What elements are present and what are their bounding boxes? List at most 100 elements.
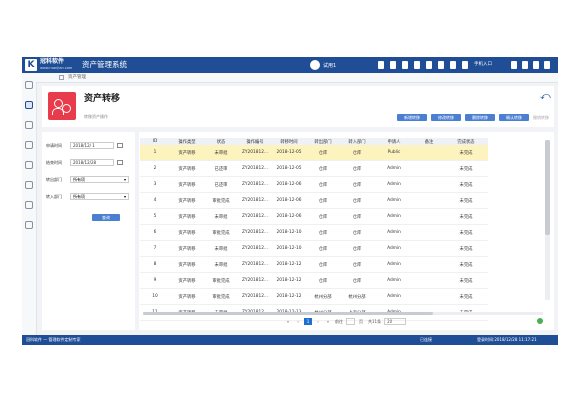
asset-nav-icon[interactable] <box>25 101 33 109</box>
table-cell <box>414 240 444 257</box>
vertical-scrollbar[interactable] <box>545 140 550 300</box>
gear-nav-icon[interactable] <box>25 221 33 229</box>
calendar-icon[interactable] <box>117 160 123 165</box>
home-icon[interactable] <box>402 61 408 69</box>
next-page-button[interactable]: › <box>314 318 322 325</box>
prev-page-button[interactable]: ‹ <box>294 318 302 325</box>
column-header[interactable]: 备注 <box>414 138 444 145</box>
brand-name: 冠科软件 <box>40 58 65 65</box>
horizontal-scrollbar[interactable] <box>143 312 543 315</box>
table-header-row: ID 操作类型 状态 操作编号 转移时间 转出部门 转入部门 申请人 备注 完成… <box>140 138 488 145</box>
table-row[interactable]: 3 资产转移 已还审 ZY201812... 2018-12-06 仓库 仓库 Admin 未完… <box>140 176 488 193</box>
column-header[interactable]: 完成状态 <box>444 138 488 145</box>
table-cell <box>414 256 444 273</box>
logo-icon: K <box>25 59 37 71</box>
apply-date-label: 申请时间 <box>46 143 62 148</box>
calendar-icon[interactable] <box>117 143 123 148</box>
query-button[interactable]: 查询 <box>92 214 120 221</box>
settings-icon[interactable] <box>414 61 420 69</box>
confirm-transfer-button[interactable]: 确认转移 <box>499 114 529 121</box>
end-date-input[interactable]: 2018/12/28 <box>70 159 114 166</box>
from-dept-select[interactable]: 所有项 ▾ <box>70 176 129 183</box>
column-header[interactable]: 状态 <box>204 138 238 145</box>
breadcrumb-item[interactable]: 资产管理 <box>68 74 86 81</box>
print-icon[interactable] <box>426 61 432 69</box>
back-arrow-icon[interactable]: ⤺ <box>540 92 551 102</box>
table-cell: 审批完成 <box>204 224 238 241</box>
table-row[interactable]: 10 资产转移 审批完成 ZY201812... 2018-12-12 杭州分部 杭州分部 A… <box>140 288 488 305</box>
column-header[interactable]: 转出部门 <box>306 138 340 145</box>
cart-nav-icon[interactable] <box>25 141 33 149</box>
calendar-icon[interactable] <box>450 61 456 69</box>
table-cell: 未完成 <box>444 256 488 273</box>
table-row[interactable]: 6 资产转移 审批完成 ZY201812... 2018-12-10 仓库 仓库 Admin 未… <box>140 224 488 241</box>
table-cell: 未完成 <box>444 208 488 225</box>
heart-icon[interactable] <box>511 61 517 69</box>
user-name: 试用1 <box>323 62 337 69</box>
tools-nav-icon[interactable] <box>25 161 33 169</box>
goto-page-input[interactable] <box>346 318 355 325</box>
table-row[interactable]: 1 资产转移 未审批 ZY201812... 2018-12-05 仓库 仓库 Public 未… <box>140 145 488 161</box>
first-page-button[interactable]: « <box>284 318 292 325</box>
pagination: « ‹ 1 › » 前往 页 共11条 20 <box>284 318 407 325</box>
grid-icon[interactable] <box>462 61 468 69</box>
column-header[interactable]: 操作编号 <box>238 138 272 145</box>
table-cell: 2018-12-06 <box>272 192 306 209</box>
table-cell: 仓库 <box>340 240 374 257</box>
avatar <box>310 60 320 70</box>
user-menu[interactable]: 试用1 <box>310 60 336 70</box>
column-header[interactable]: 转移时间 <box>272 138 306 145</box>
document-nav-icon[interactable] <box>25 121 33 129</box>
table-row[interactable]: 5 资产转移 未审批 ZY201812... 2018-12-06 仓库 仓库 Admin 未完… <box>140 208 488 225</box>
table-cell: 未审批 <box>204 256 238 273</box>
table-cell: 审批完成 <box>204 288 238 305</box>
page-size-select[interactable]: 20 <box>384 318 407 325</box>
table-cell: 2018-12-06 <box>272 176 306 193</box>
column-header[interactable]: 申请人 <box>374 138 414 145</box>
column-header[interactable]: 转入部门 <box>340 138 374 145</box>
table-cell: 未完成 <box>444 272 488 289</box>
close-icon[interactable] <box>544 61 550 69</box>
table-cell: Admin <box>374 224 414 241</box>
table-cell: 未完成 <box>444 145 488 161</box>
minimize-icon[interactable] <box>522 61 528 69</box>
table-cell: 仓库 <box>340 208 374 225</box>
table-cell: 审批完成 <box>204 192 238 209</box>
column-header[interactable]: 操作类型 <box>170 138 204 145</box>
apply-date-input[interactable]: 2018/12/ 1 <box>70 142 114 149</box>
edit-transfer-button[interactable]: 修改转移 <box>431 114 461 121</box>
table-row[interactable]: 4 资产转移 审批完成 ZY201812... 2018-12-06 仓库 仓库 Admin 未… <box>140 192 488 209</box>
table-cell: ZY201812... <box>238 272 272 289</box>
mail-icon[interactable] <box>438 61 444 69</box>
table-cell: 资产转移 <box>170 240 204 257</box>
add-transfer-button[interactable]: 新增转移 <box>397 114 427 121</box>
table-cell: 2018-12-06 <box>272 208 306 225</box>
menu-icon[interactable] <box>390 61 396 69</box>
table-cell: 资产转移 <box>170 192 204 209</box>
table-row[interactable]: 8 资产转移 未审批 ZY201812... 2018-12-12 仓库 仓库 Admin 未完… <box>140 256 488 273</box>
home-icon[interactable] <box>59 75 64 80</box>
mobile-entry-link[interactable]: 手机入口 <box>474 60 492 69</box>
report-nav-icon[interactable] <box>25 201 33 209</box>
table-row[interactable]: 9 资产转移 审批完成 ZY201812... 2018-12-12 仓库 仓库 Admin 未… <box>140 272 488 289</box>
home-nav-icon[interactable] <box>25 81 33 89</box>
to-dept-select[interactable]: 所有项 ▾ <box>70 193 129 200</box>
delete-transfer-button[interactable]: 删除转移 <box>465 114 495 121</box>
table-row[interactable]: 7 资产转移 未审批 ZY201812... 2018-12-10 仓库 仓库 Admin 未完… <box>140 240 488 257</box>
column-header[interactable]: ID <box>140 138 170 145</box>
to-dept-label: 转入部门 <box>46 194 62 199</box>
transfer-users-icon <box>48 92 76 120</box>
table-cell: ZY201812... <box>238 160 272 177</box>
table-cell: Admin <box>374 256 414 273</box>
table-cell: 仓库 <box>340 224 374 241</box>
current-page[interactable]: 1 <box>304 318 312 325</box>
user-nav-icon[interactable] <box>25 181 33 189</box>
last-page-button[interactable]: » <box>324 318 332 325</box>
restore-icon[interactable] <box>533 61 539 69</box>
table-cell: 仓库 <box>340 160 374 177</box>
table-cell: 资产转移 <box>170 145 204 161</box>
star-icon[interactable] <box>378 61 384 69</box>
table-cell: ZY201812... <box>238 192 272 209</box>
table-row[interactable]: 2 资产转移 已还审 ZY201812... 2018-12-05 仓库 仓库 Admin 未完… <box>140 160 488 177</box>
transfer-table: ID 操作类型 状态 操作编号 转移时间 转出部门 转入部门 申请人 备注 完成… <box>140 138 488 321</box>
